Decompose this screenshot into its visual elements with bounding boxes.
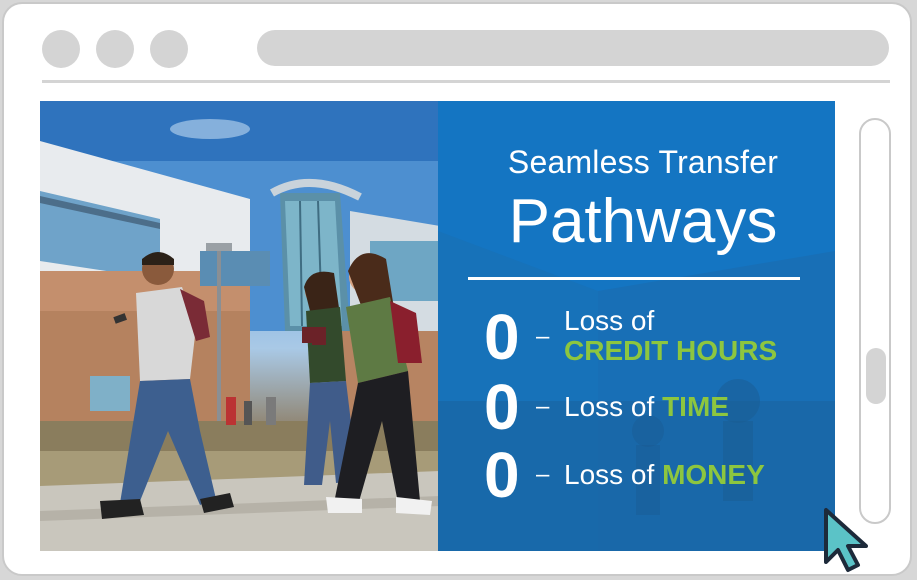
info-panel: Seamless Transfer Pathways 0 – Loss of C… bbox=[438, 101, 835, 551]
stat-highlight: MONEY bbox=[662, 459, 765, 490]
heading-divider bbox=[468, 277, 800, 280]
stat-prefix: Loss of bbox=[564, 391, 655, 422]
toolbar-divider bbox=[42, 80, 890, 83]
stat-highlight: CREDIT HOURS bbox=[564, 335, 778, 366]
stat-number: 0 bbox=[484, 439, 520, 511]
stat-prefix: Loss of bbox=[564, 459, 655, 490]
stat-label: Loss of TIME bbox=[564, 393, 729, 421]
campus-photo bbox=[40, 101, 440, 551]
stat-dash: – bbox=[536, 393, 550, 420]
scrollbar-thumb[interactable] bbox=[866, 348, 886, 404]
window-minimize-button[interactable] bbox=[96, 30, 134, 68]
stat-label: Loss of bbox=[564, 307, 654, 335]
window-maximize-button[interactable] bbox=[150, 30, 188, 68]
stat-prefix: Loss of bbox=[564, 305, 655, 336]
stat-highlight: TIME bbox=[662, 391, 729, 422]
stat-label: Loss of MONEY bbox=[564, 461, 765, 489]
scrollbar-track[interactable] bbox=[859, 118, 891, 524]
stat-dash: – bbox=[536, 323, 550, 350]
pointer-arrow-icon bbox=[824, 508, 868, 572]
stat-number: 0 bbox=[484, 371, 520, 443]
transfer-pathways-banner: Seamless Transfer Pathways 0 – Loss of C… bbox=[40, 101, 835, 551]
address-bar[interactable] bbox=[257, 30, 889, 66]
stat-number: 0 bbox=[484, 301, 520, 373]
window-close-button[interactable] bbox=[42, 30, 80, 68]
heading-line-1: Seamless Transfer bbox=[507, 144, 779, 180]
campus-photo-illustration bbox=[40, 101, 440, 551]
stat-dash: – bbox=[536, 461, 550, 488]
heading-line-2: Pathways bbox=[508, 187, 778, 256]
